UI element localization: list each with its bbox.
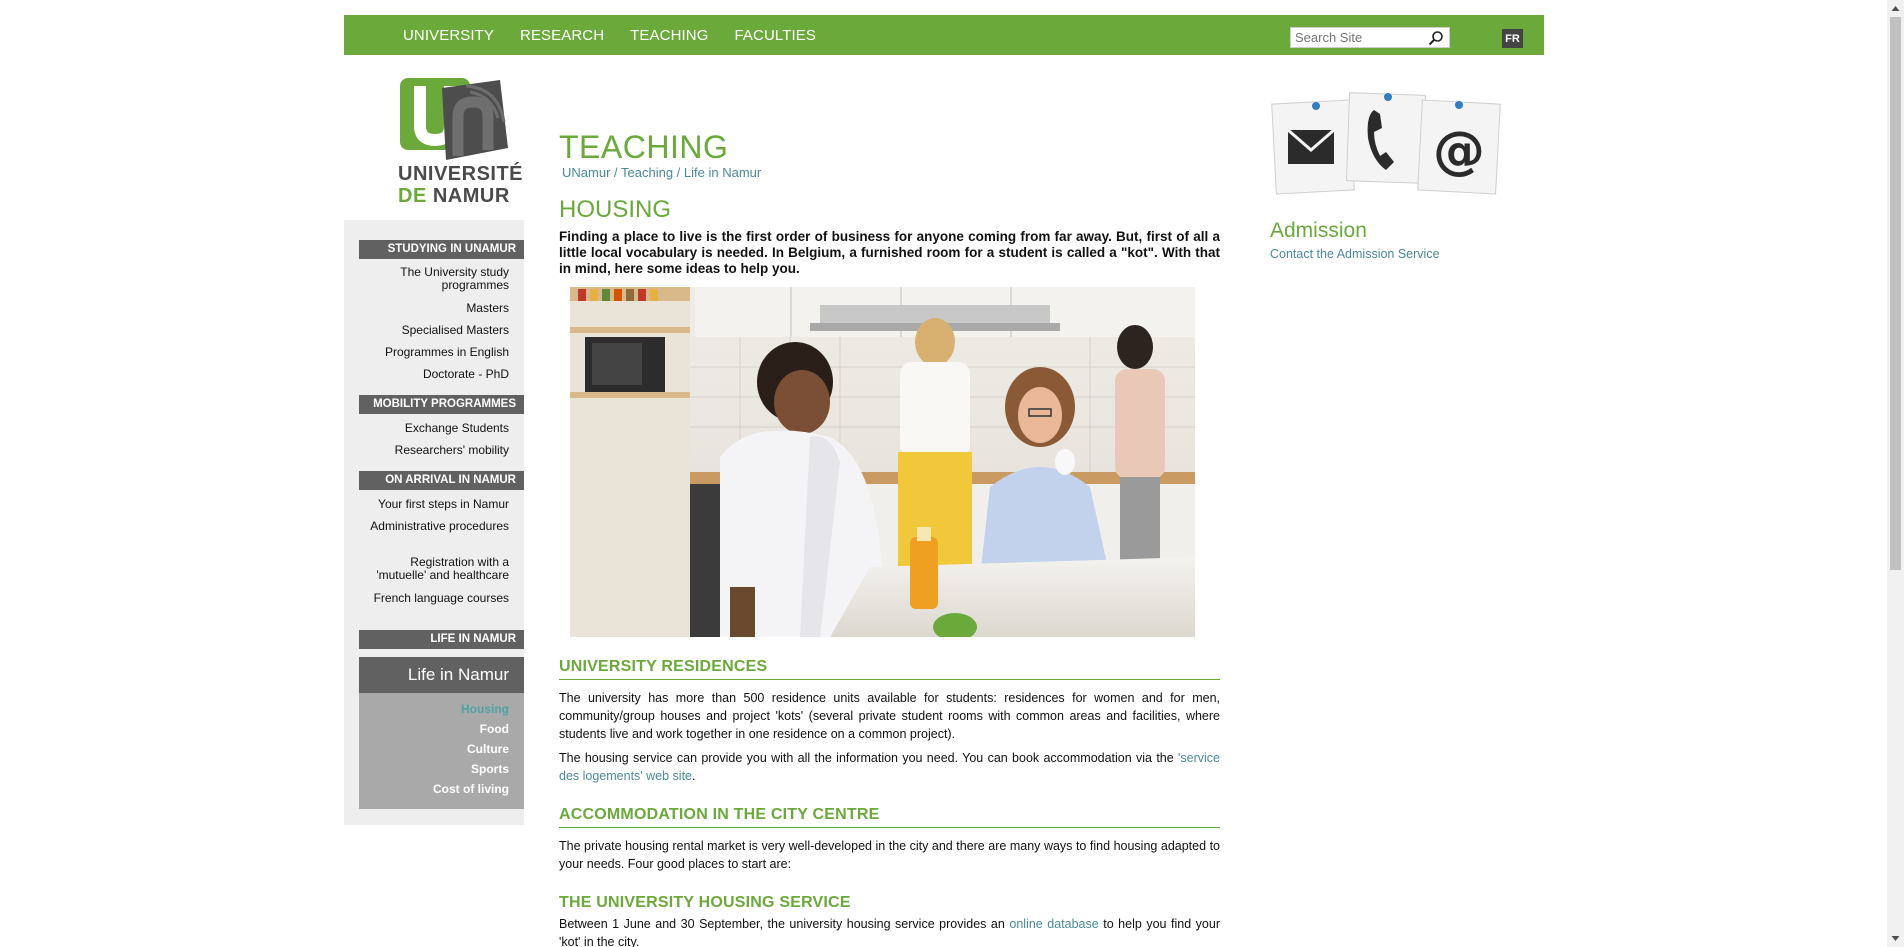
sidebar-item-researchers-mobility[interactable]: Researchers' mobility [359, 444, 509, 457]
breadcrumb: UNamur / Teaching / Life in Namur [562, 165, 761, 180]
sidebar-heading-arrival[interactable]: ON ARRIVAL IN NAMUR [359, 471, 524, 490]
logo-mark-icon [400, 78, 508, 160]
sidebar-item-exchange-students[interactable]: Exchange Students [359, 422, 509, 435]
contact-icons-image[interactable]: @ [1270, 88, 1502, 198]
nav-faculties[interactable]: FACULTIES [734, 27, 815, 44]
breadcrumb-separator: / [610, 165, 622, 180]
sidebar-heading-mobility[interactable]: MOBILITY PROGRAMMES [359, 395, 524, 414]
sidebar-item-doctorate[interactable]: Doctorate - PhD [359, 368, 509, 381]
paragraph-text: Between 1 June and 30 September, the uni… [559, 917, 1010, 931]
main-nav: UNIVERSITY RESEARCH TEACHING FACULTIES [403, 15, 842, 55]
paragraph-residences: The university has more than 500 residen… [559, 691, 1220, 741]
sidebar-heading-life[interactable]: LIFE IN NAMUR [359, 630, 524, 649]
page-title: TEACHING [559, 129, 729, 165]
sidebar-subitem-food[interactable]: Food [480, 722, 509, 736]
section-heading-housing: HOUSING [559, 196, 672, 223]
university-logo[interactable]: UNIVERSITÉ DE NAMUR [398, 78, 523, 206]
sidebar-subitem-culture[interactable]: Culture [467, 742, 509, 756]
nav-research[interactable]: RESEARCH [520, 27, 604, 44]
housing-photo [570, 287, 1195, 637]
language-switch-button[interactable]: FR [1502, 29, 1523, 48]
sidebar-subitem-cost-of-living[interactable]: Cost of living [433, 782, 509, 796]
sidebar-item-mutuelle[interactable]: Registration with a 'mutuelle' and healt… [359, 556, 509, 582]
sidebar-current-life-in-namur[interactable]: Life in Namur [359, 657, 524, 693]
logo-text-namur: DE NAMUR [398, 186, 510, 206]
vertical-scrollbar[interactable] [1887, 0, 1904, 947]
section-heading-university-housing-service: THE UNIVERSITY HOUSING SERVICE [559, 894, 851, 911]
top-navigation-bar: UNIVERSITY RESEARCH TEACHING FACULTIES F… [344, 15, 1544, 55]
scroll-up-icon[interactable] [1891, 4, 1900, 13]
paragraph-housing-service: The housing service can provide you with… [559, 749, 1220, 785]
sidebar-item-french-courses[interactable]: French language courses [359, 592, 509, 605]
sidebar-item-programmes-english[interactable]: Programmes in English [359, 346, 509, 359]
paragraph-online-database: Between 1 June and 30 September, the uni… [559, 915, 1220, 947]
sidebar-item-masters[interactable]: Masters [359, 302, 509, 315]
search-box [1290, 27, 1450, 48]
section-heading-accommodation-city: ACCOMMODATION IN THE CITY CENTRE [559, 806, 1220, 828]
logo-text-de: DE [398, 185, 427, 207]
search-input[interactable] [1291, 28, 1425, 47]
breadcrumb-separator: / [673, 165, 684, 180]
paragraph-text: The housing service can provide you with… [559, 751, 1179, 765]
sidebar-submenu: Housing Food Culture Sports Cost of livi… [359, 693, 524, 809]
contact-admission-link[interactable]: Contact the Admission Service [1270, 247, 1440, 261]
nav-university[interactable]: UNIVERSITY [403, 27, 494, 44]
breadcrumb-teaching[interactable]: Teaching [621, 165, 673, 180]
section-heading-university-residences: UNIVERSITY RESIDENCES [559, 658, 1220, 680]
sidebar-item-first-steps[interactable]: Your first steps in Namur [359, 498, 509, 511]
breadcrumb-unamur[interactable]: UNamur [562, 165, 610, 180]
logo-text-universite: UNIVERSITÉ [398, 163, 524, 185]
search-icon [1428, 30, 1443, 45]
nav-teaching[interactable]: TEACHING [630, 27, 708, 44]
paragraph-private-housing: The private housing rental market is ver… [559, 839, 1220, 871]
intro-paragraph: Finding a place to live is the first ord… [559, 229, 1220, 276]
admission-heading: Admission [1270, 219, 1367, 242]
sidebar: STUDYING IN UNAMUR The University study … [344, 220, 524, 825]
paragraph-text: . [692, 769, 696, 783]
svg-text:@: @ [1433, 121, 1485, 181]
search-button[interactable] [1425, 28, 1447, 47]
link-online-database[interactable]: online database [1009, 917, 1098, 931]
sidebar-item-study-programmes[interactable]: The University study programmes [359, 266, 509, 292]
sidebar-item-administrative[interactable]: Administrative procedures [359, 520, 509, 533]
kitchen-scene-image [570, 287, 1195, 637]
sidebar-heading-studying[interactable]: STUDYING IN UNAMUR [359, 240, 524, 259]
sidebar-item-specialised-masters[interactable]: Specialised Masters [359, 324, 509, 337]
sidebar-subitem-housing[interactable]: Housing [461, 702, 509, 716]
scrollbar-thumb[interactable] [1890, 17, 1901, 570]
scroll-down-icon[interactable] [1891, 934, 1900, 943]
sidebar-subitem-sports[interactable]: Sports [471, 762, 509, 776]
breadcrumb-life-in-namur[interactable]: Life in Namur [684, 165, 761, 180]
logo-text-name: NAMUR [432, 185, 510, 207]
envelope-icon [1271, 99, 1355, 195]
phone-icon [1345, 92, 1427, 184]
at-sign-icon: @ [1417, 99, 1501, 195]
